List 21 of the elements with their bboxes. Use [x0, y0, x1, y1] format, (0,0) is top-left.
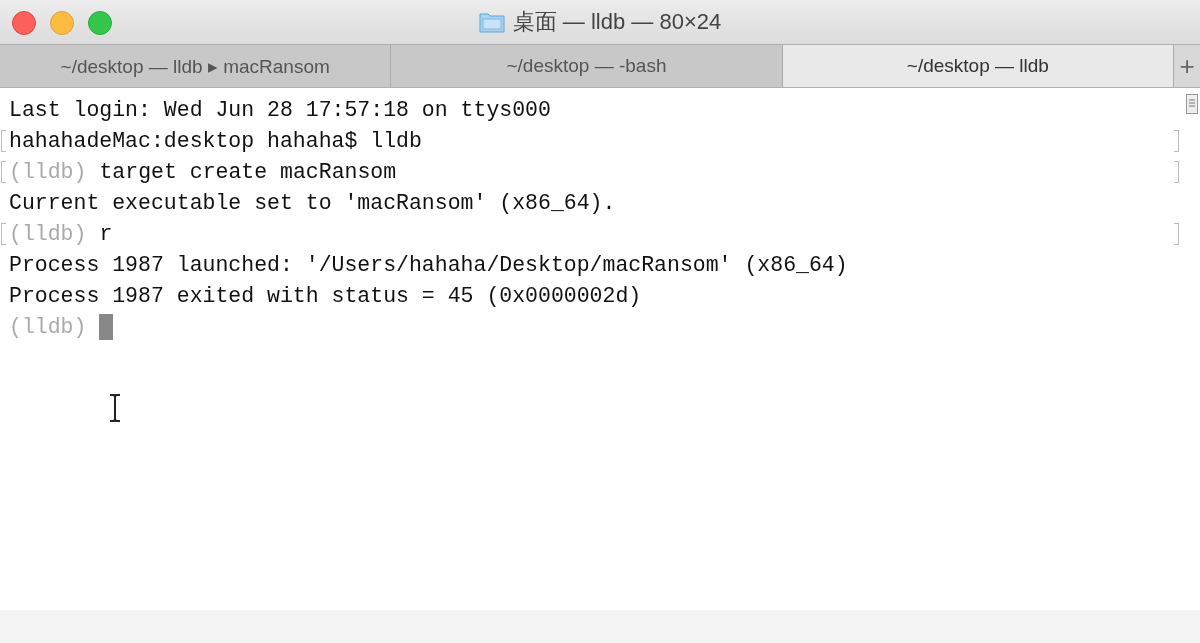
tab[interactable]: ~/desktop — -bash: [391, 45, 783, 87]
terminal-line: Last login: Wed Jun 28 17:57:18 on ttys000: [9, 97, 551, 122]
terminal-line: r: [99, 221, 113, 246]
tab[interactable]: ~/desktop — lldb: [782, 45, 1174, 87]
scroll-marker-icon: [1186, 94, 1198, 114]
terminal-line: target create macRansom: [99, 159, 397, 184]
window-title: 桌面 — lldb — 80×24: [512, 8, 722, 36]
folder-icon: [478, 11, 505, 33]
terminal-line: hahahadeMac:desktop hahaha$ lldb: [9, 128, 422, 153]
terminal-line: Process 1987 exited with status = 45 (0x0000002d): [9, 283, 642, 308]
lldb-prompt: (lldb): [9, 314, 87, 339]
i-beam-cursor-icon: [109, 394, 121, 422]
lldb-prompt: (lldb): [9, 159, 87, 184]
lldb-prompt: (lldb): [9, 221, 87, 246]
zoom-button[interactable]: [88, 11, 112, 35]
tab[interactable]: ~/desktop — lldb ▸ macRansom: [0, 45, 392, 87]
minimize-button[interactable]: [50, 11, 74, 35]
terminal-line: Current executable set to 'macRansom' (x86_64).: [9, 190, 616, 215]
new-tab-button[interactable]: +: [1174, 45, 1200, 87]
close-button[interactable]: [12, 11, 36, 35]
terminal-line: Process 1987 launched: '/Users/hahaha/Desktop/macRansom' (x86_64): [9, 252, 848, 277]
